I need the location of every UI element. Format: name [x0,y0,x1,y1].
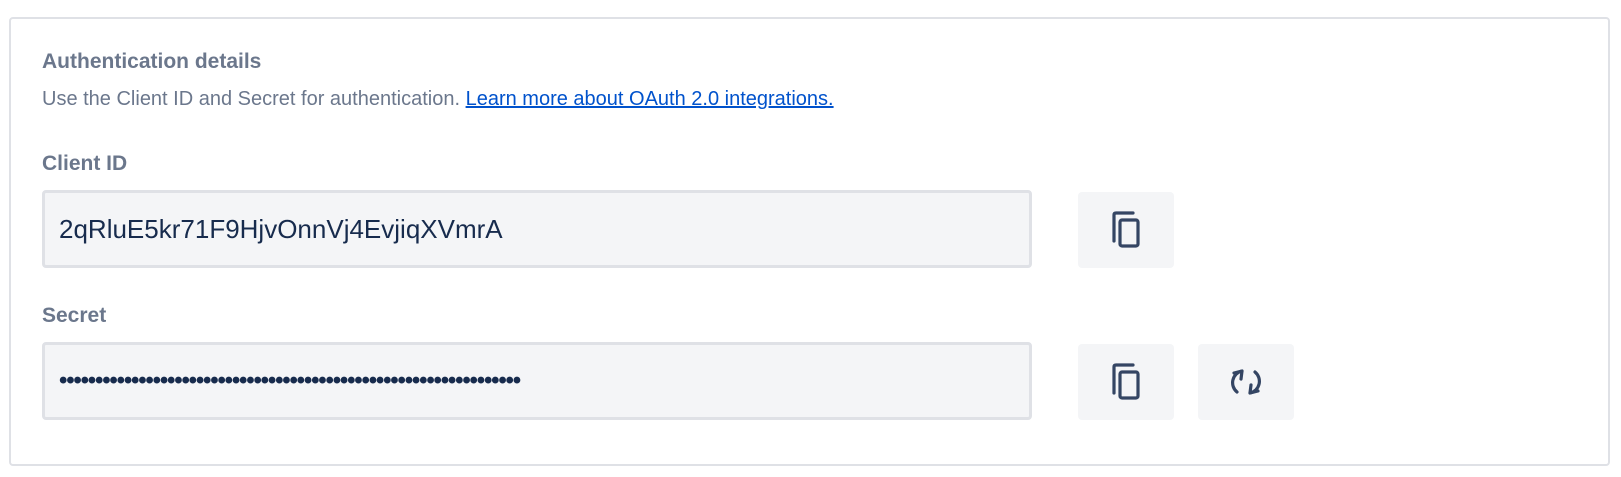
client-id-label: Client ID [42,152,128,175]
description-text: Use the Client ID and Secret for authent… [42,88,461,110]
regenerate-secret-button[interactable] [1198,344,1294,420]
copy-client-id-button[interactable] [1078,192,1174,268]
secret-label: Secret [42,304,107,327]
client-id-field[interactable]: 2qRluE5kr71F9HjvOnnVj4EvjiqXVmrA [42,190,1032,268]
refresh-icon [1228,364,1264,400]
section-description: Use the Client ID and Secret for authent… [42,88,834,111]
copy-secret-button[interactable] [1078,344,1174,420]
learn-more-oauth-link[interactable]: Learn more about OAuth 2.0 integrations. [466,88,834,110]
copy-icon [1109,363,1143,401]
copy-icon [1109,211,1143,249]
section-title: Authentication details [42,50,262,73]
secret-field[interactable]: ••••••••••••••••••••••••••••••••••••••••… [42,342,1032,420]
